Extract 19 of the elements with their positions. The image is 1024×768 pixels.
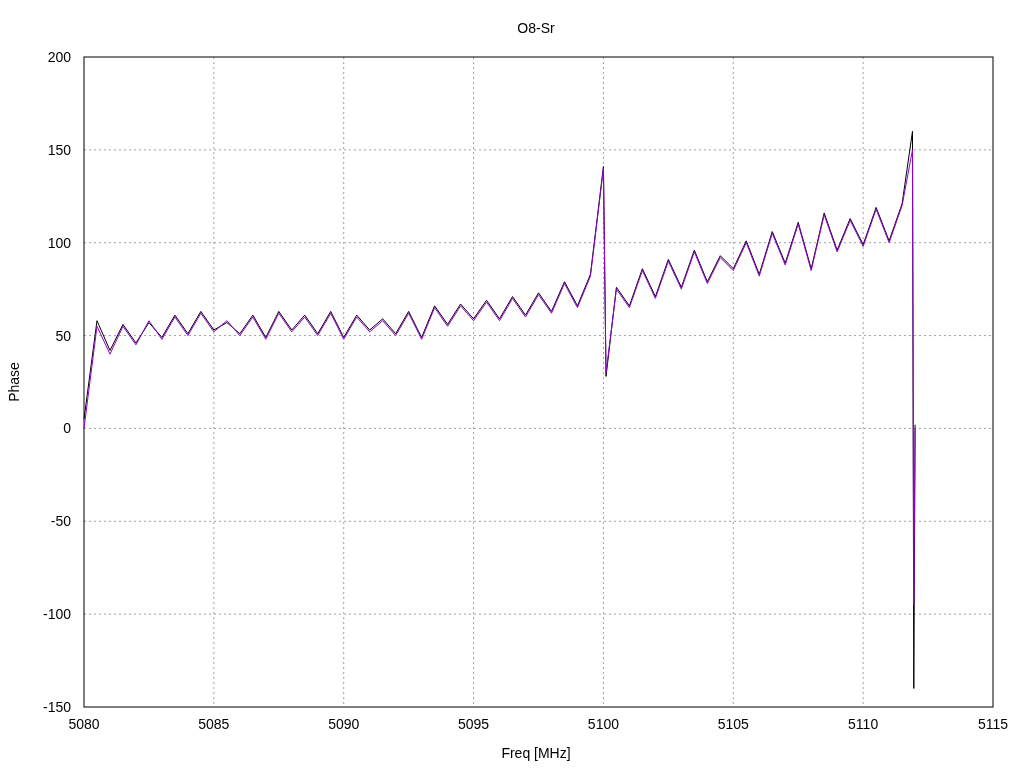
x-tick-label: 5110 xyxy=(848,716,879,732)
y-tick-label: 200 xyxy=(47,49,71,65)
x-tick-label: 5100 xyxy=(587,716,619,732)
y-tick-label: 50 xyxy=(55,327,71,344)
x-tick-label: 5080 xyxy=(68,716,100,732)
y-tick-label: -50 xyxy=(50,513,71,530)
x-tick-label: 5085 xyxy=(198,716,230,732)
y-tick-label: -100 xyxy=(42,606,71,623)
y-tick-label: -150 xyxy=(42,699,71,715)
y-tick-label: 100 xyxy=(47,234,71,251)
x-tick-label: 5095 xyxy=(458,716,490,732)
x-axis-label: Freq [MHz] xyxy=(501,745,571,761)
x-tick-label: 5105 xyxy=(717,716,749,732)
y-tick-label: 0 xyxy=(63,420,71,437)
y-tick-label: 150 xyxy=(47,141,71,158)
chart-title: O8-Sr xyxy=(517,20,555,36)
x-tick-label: 5115 xyxy=(977,716,1009,732)
x-tick-label: 5090 xyxy=(328,716,360,732)
y-axis-label: Phase xyxy=(6,362,22,402)
